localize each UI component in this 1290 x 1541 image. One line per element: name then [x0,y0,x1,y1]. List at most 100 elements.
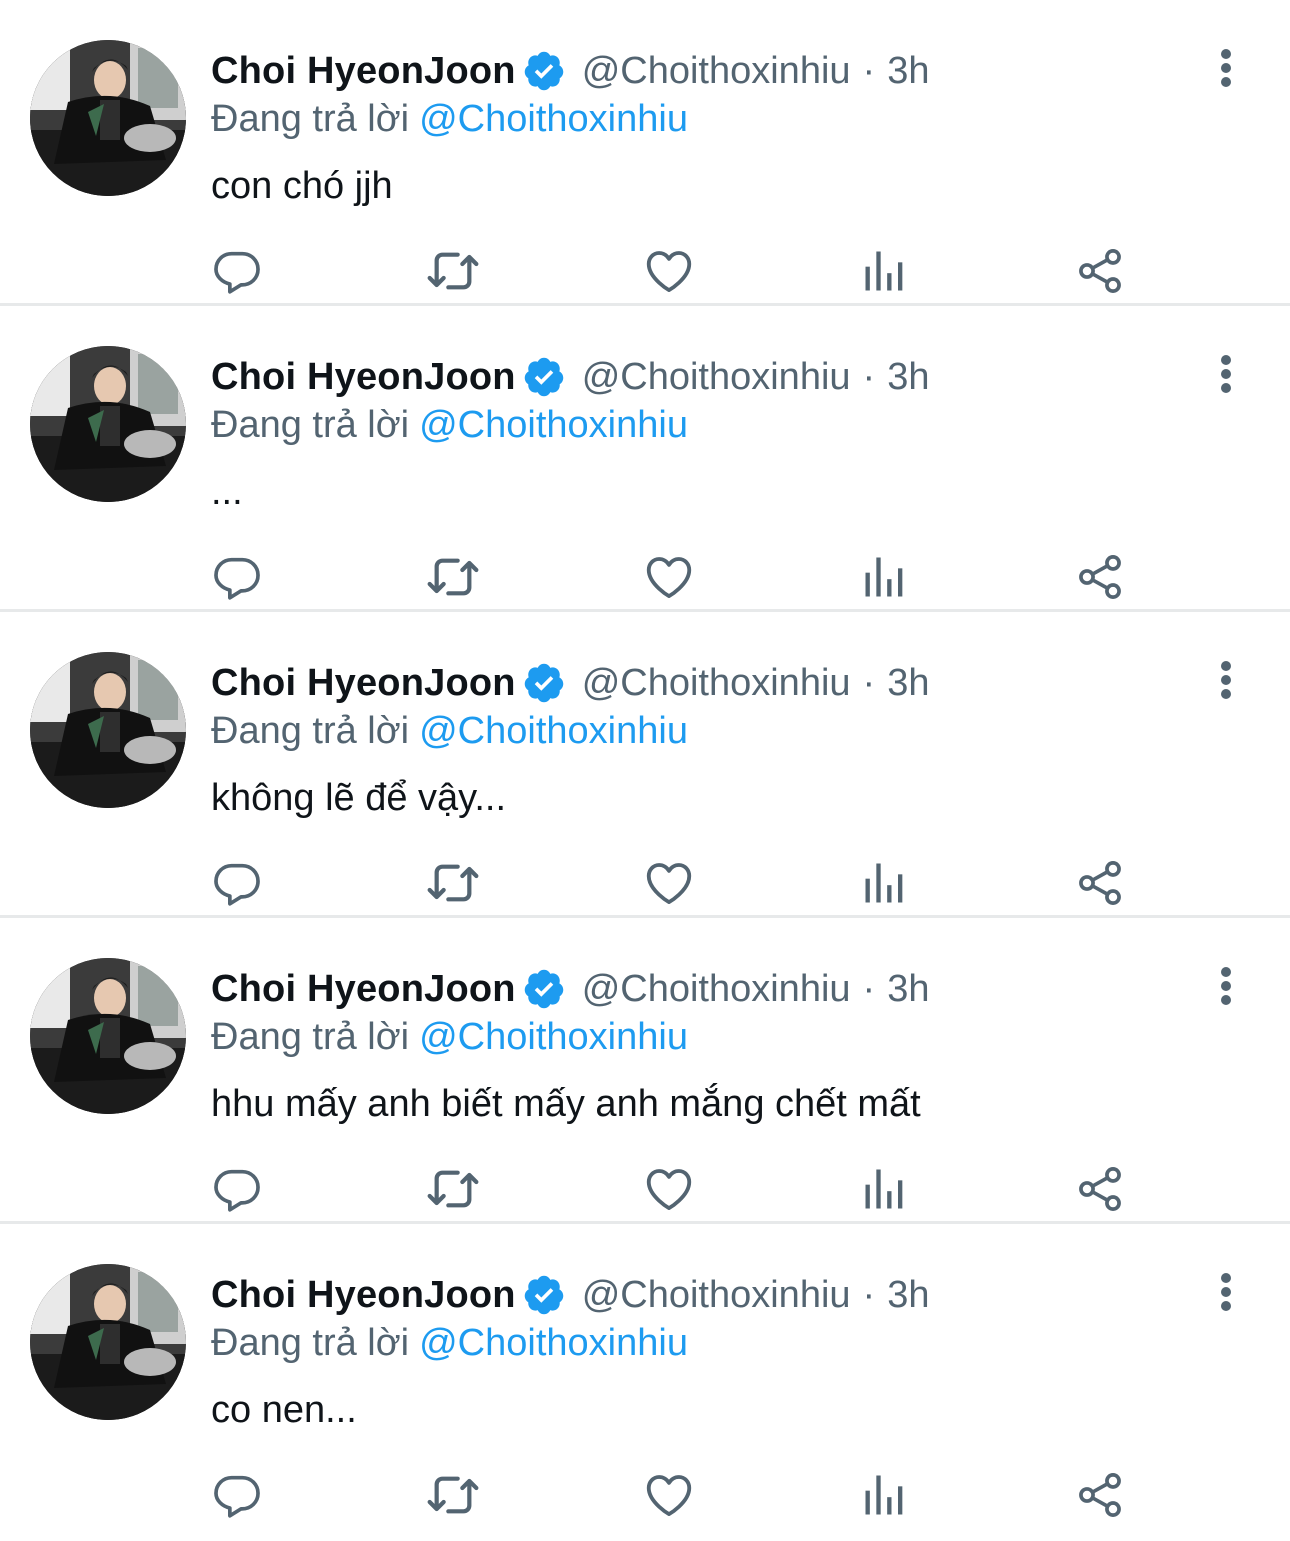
views-button[interactable] [857,243,913,299]
reply-button[interactable] [209,549,265,605]
tweet-text: không lẽ để vậy... [211,777,507,819]
share-icon [1079,1167,1121,1211]
avatar[interactable] [30,652,186,808]
reply-icon [214,1169,260,1212]
timestamp[interactable]: 3h [887,1268,929,1322]
views-chart-icon [865,863,903,903]
reply-mention-link[interactable]: @Choithoxinhiu [419,98,688,140]
avatar[interactable] [30,346,186,502]
views-button[interactable] [857,855,913,911]
timestamp[interactable]: 3h [887,962,929,1016]
share-button[interactable] [1072,855,1128,911]
like-button[interactable] [641,1467,697,1523]
more-button[interactable] [1206,962,1246,1010]
retweet-button[interactable] [425,1161,481,1217]
timestamp[interactable]: 3h [887,44,929,98]
views-button[interactable] [857,549,913,605]
tweet-text: ... [211,471,243,513]
avatar[interactable] [30,40,186,196]
like-button[interactable] [641,855,697,911]
more-button[interactable] [1206,350,1246,398]
display-name[interactable]: Choi HyeonJoon [211,44,516,98]
share-icon [1079,861,1121,905]
user-handle[interactable]: @Choithoxinhiu [582,962,851,1016]
tweet-feed: Choi HyeonJoon @Choithoxinhiu · 3h Đang … [0,0,1290,1541]
tweet-header: Choi HyeonJoon @Choithoxinhiu · 3h [211,1268,929,1322]
views-chart-icon [865,251,903,291]
reply-button[interactable] [209,855,265,911]
display-name[interactable]: Choi HyeonJoon [211,656,516,710]
retweet-icon [427,1476,479,1514]
tweet[interactable]: Choi HyeonJoon @Choithoxinhiu · 3h Đang … [0,306,1290,612]
separator: · [862,50,876,92]
tweet-header: Choi HyeonJoon @Choithoxinhiu · 3h [211,350,929,404]
reply-button[interactable] [209,1467,265,1523]
retweet-button[interactable] [425,243,481,299]
reply-mention-link[interactable]: @Choithoxinhiu [419,1016,688,1058]
retweet-button[interactable] [425,549,481,605]
retweet-icon [427,1170,479,1208]
separator: · [862,662,876,704]
replying-to-label: Đang trả lời [211,1016,410,1058]
replying-to-label: Đang trả lời [211,404,410,446]
heart-icon [646,251,692,293]
user-handle[interactable]: @Choithoxinhiu [582,350,851,404]
reply-icon [214,863,260,906]
user-handle[interactable]: @Choithoxinhiu [582,1268,851,1322]
tweet[interactable]: Choi HyeonJoon @Choithoxinhiu · 3h Đang … [0,612,1290,918]
share-icon [1079,249,1121,293]
reply-mention-link[interactable]: @Choithoxinhiu [419,710,688,752]
replying-to: Đang trả lời @Choithoxinhiu [211,400,688,450]
views-chart-icon [865,1169,903,1209]
more-vertical-icon [1221,661,1231,699]
heart-icon [646,557,692,599]
replying-to: Đang trả lời @Choithoxinhiu [211,706,688,756]
share-icon [1079,1473,1121,1517]
retweet-icon [427,558,479,596]
replying-to: Đang trả lời @Choithoxinhiu [211,1318,688,1368]
avatar[interactable] [30,958,186,1114]
display-name[interactable]: Choi HyeonJoon [211,962,516,1016]
share-button[interactable] [1072,1467,1128,1523]
views-chart-icon [865,1475,903,1515]
reply-mention-link[interactable]: @Choithoxinhiu [419,404,688,446]
replying-to-label: Đang trả lời [211,710,410,752]
retweet-button[interactable] [425,855,481,911]
share-button[interactable] [1072,1161,1128,1217]
like-button[interactable] [641,549,697,605]
more-vertical-icon [1221,49,1231,87]
replying-to-label: Đang trả lời [211,98,410,140]
views-button[interactable] [857,1161,913,1217]
like-button[interactable] [641,243,697,299]
user-handle[interactable]: @Choithoxinhiu [582,44,851,98]
timestamp[interactable]: 3h [887,656,929,710]
heart-icon [646,1475,692,1517]
reply-button[interactable] [209,243,265,299]
more-vertical-icon [1221,1273,1231,1311]
like-button[interactable] [641,1161,697,1217]
display-name[interactable]: Choi HyeonJoon [211,1268,516,1322]
share-button[interactable] [1072,243,1128,299]
more-button[interactable] [1206,1268,1246,1316]
tweet[interactable]: Choi HyeonJoon @Choithoxinhiu · 3h Đang … [0,0,1290,306]
tweet-text: co nen... [211,1389,357,1431]
views-chart-icon [865,557,903,597]
tweet[interactable]: Choi HyeonJoon @Choithoxinhiu · 3h Đang … [0,1224,1290,1530]
reply-mention-link[interactable]: @Choithoxinhiu [419,1322,688,1364]
timestamp[interactable]: 3h [887,350,929,404]
display-name[interactable]: Choi HyeonJoon [211,350,516,404]
more-button[interactable] [1206,44,1246,92]
avatar[interactable] [30,1264,186,1420]
tweet-header: Choi HyeonJoon @Choithoxinhiu · 3h [211,962,929,1016]
user-handle[interactable]: @Choithoxinhiu [582,656,851,710]
retweet-button[interactable] [425,1467,481,1523]
share-button[interactable] [1072,549,1128,605]
tweet[interactable]: Choi HyeonJoon @Choithoxinhiu · 3h Đang … [0,918,1290,1224]
views-button[interactable] [857,1467,913,1523]
more-button[interactable] [1206,656,1246,704]
replying-to: Đang trả lời @Choithoxinhiu [211,94,688,144]
retweet-icon [427,252,479,290]
tweet-header: Choi HyeonJoon @Choithoxinhiu · 3h [211,656,929,710]
reply-icon [214,1475,260,1518]
reply-button[interactable] [209,1161,265,1217]
